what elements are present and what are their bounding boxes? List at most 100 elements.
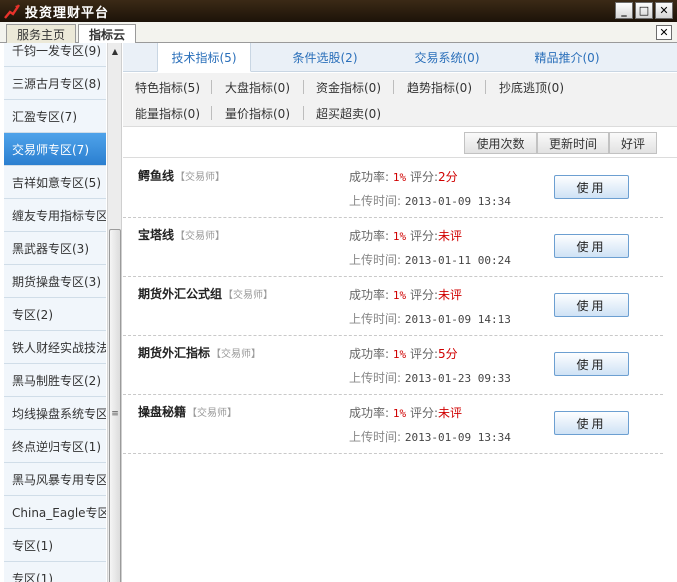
rating-value: 未评 <box>438 229 463 243</box>
indicator-name[interactable]: 操盘秘籍【交易师】 <box>138 403 237 420</box>
close-panel-button[interactable]: ✕ <box>656 25 672 40</box>
sidebar-item[interactable]: 期货操盘专区(3) <box>4 265 106 298</box>
use-button[interactable]: 使用 <box>554 293 629 317</box>
sidebar-item[interactable]: 黑马风暴专用专区 <box>4 463 106 496</box>
use-button[interactable]: 使用 <box>554 411 629 435</box>
filter-divider <box>485 80 486 94</box>
stats-line: 成功率: 1% 评分:2分 <box>349 170 458 184</box>
sidebar-item[interactable]: 黑武器专区(3) <box>4 232 106 265</box>
filter-divider <box>211 80 212 94</box>
list-item: 宝塔线【交易师】 成功率: 1% 评分:未评 上传时间: 2013-01-11 … <box>123 218 663 277</box>
upload-time-value: 2013-01-11 00:24 <box>404 254 511 267</box>
rating-value: 5分 <box>438 347 458 361</box>
sub-filter-bar: 特色指标(5) 大盘指标(0) 资金指标(0) 趋势指标(0) 抄底逃顶(0) … <box>123 73 677 127</box>
sidebar-item[interactable]: 均线操盘系统专区 <box>4 397 106 430</box>
upload-time-line: 上传时间: 2013-01-09 14:13 <box>349 312 511 326</box>
indicator-name[interactable]: 宝塔线【交易师】 <box>138 226 225 243</box>
filter-featured[interactable]: 特色指标(5) <box>135 77 200 97</box>
filter-divider <box>393 80 394 94</box>
sidebar-item[interactable]: 三源古月专区(8) <box>4 67 106 100</box>
sort-bar: 使用次数 更新时间 好评 <box>123 128 677 158</box>
tab-trading-systems[interactable]: 交易系统(0) <box>399 43 495 72</box>
sidebar-item[interactable]: 专区(2) <box>4 298 106 331</box>
sidebar-item[interactable]: 铁人财经实战技法 <box>4 331 106 364</box>
sidebar-item[interactable]: 汇盈专区(7) <box>4 100 106 133</box>
author-tag: 【交易师】 <box>211 349 262 360</box>
filter-market[interactable]: 大盘指标(0) <box>225 77 290 97</box>
main-panel: 技术指标(5) 条件选股(2) 交易系统(0) 精品推介(0) 特色指标(5) … <box>123 43 677 582</box>
filter-overbought-oversold[interactable]: 超买超卖(0) <box>316 103 381 123</box>
title-bar: 投资理财平台 _ □ ✕ <box>0 0 677 22</box>
stats-line: 成功率: 1% 评分:未评 <box>349 288 463 302</box>
filter-bottom-top[interactable]: 抄底逃顶(0) <box>499 77 564 97</box>
sidebar-item[interactable]: 专区(1) <box>4 529 106 562</box>
success-rate-value: 1% <box>392 230 407 243</box>
use-button[interactable]: 使用 <box>554 175 629 199</box>
filter-energy[interactable]: 能量指标(0) <box>135 103 200 123</box>
upload-time-line: 上传时间: 2013-01-23 09:33 <box>349 371 511 385</box>
upload-time-line: 上传时间: 2013-01-09 13:34 <box>349 430 511 444</box>
success-rate-value: 1% <box>392 171 407 184</box>
close-window-button[interactable]: ✕ <box>655 2 673 19</box>
success-rate-value: 1% <box>392 348 407 361</box>
grip-icon: ≡ <box>111 409 119 419</box>
sidebar-item[interactable]: 千钧一发专区(9) <box>4 43 106 67</box>
category-tabs: 技术指标(5) 条件选股(2) 交易系统(0) 精品推介(0) <box>123 43 677 72</box>
sort-update-time-button[interactable]: 更新时间 <box>537 132 609 154</box>
scroll-up-icon[interactable]: ▲ <box>108 43 121 59</box>
upload-time-value: 2013-01-23 09:33 <box>404 372 511 385</box>
upload-time-line: 上传时间: 2013-01-11 00:24 <box>349 253 511 267</box>
author-tag: 【交易师】 <box>187 408 238 419</box>
sidebar-item[interactable]: 专区(1) <box>4 562 106 582</box>
chart-logo-icon <box>3 2 21 20</box>
filter-trend[interactable]: 趋势指标(0) <box>407 77 472 97</box>
rating-value: 未评 <box>438 406 463 420</box>
indicator-name[interactable]: 鳄鱼线【交易师】 <box>138 167 225 184</box>
rating-value: 2分 <box>438 170 458 184</box>
success-rate-value: 1% <box>392 289 407 302</box>
sort-rating-button[interactable]: 好评 <box>609 132 657 154</box>
list-item: 期货外汇公式组【交易师】 成功率: 1% 评分:未评 上传时间: 2013-01… <box>123 277 663 336</box>
upload-time-value: 2013-01-09 14:13 <box>404 313 511 326</box>
author-tag: 【交易师】 <box>175 231 226 242</box>
tab-technical-indicators[interactable]: 技术指标(5) <box>157 43 251 72</box>
tab-indicator-cloud[interactable]: 指标云 <box>78 24 137 44</box>
sidebar-item[interactable]: 缠友专用指标专区 <box>4 199 106 232</box>
top-tab-strip: 服务主页 指标云 ✕ <box>0 22 677 44</box>
sidebar-item[interactable]: 吉祥如意专区(5) <box>4 166 106 199</box>
filter-divider <box>303 80 304 94</box>
sort-usage-count-button[interactable]: 使用次数 <box>464 132 537 154</box>
zone-list: 千钧一发专区(9) 三源古月专区(8) 汇盈专区(7) 交易师专区(7) 吉祥如… <box>4 43 106 582</box>
rating-value: 未评 <box>438 288 463 302</box>
upload-time-line: 上传时间: 2013-01-09 13:34 <box>349 194 511 208</box>
stats-line: 成功率: 1% 评分:未评 <box>349 406 463 420</box>
window-title: 投资理财平台 <box>25 5 110 21</box>
indicator-name[interactable]: 期货外汇指标【交易师】 <box>138 344 261 361</box>
sidebar-scrollbar[interactable]: ▲ ≡ <box>107 43 121 582</box>
sidebar-item[interactable]: 终点逆归专区(1) <box>4 430 106 463</box>
list-item: 期货外汇指标【交易师】 成功率: 1% 评分:5分 上传时间: 2013-01-… <box>123 336 663 395</box>
success-rate-value: 1% <box>392 407 407 420</box>
list-item: 鳄鱼线【交易师】 成功率: 1% 评分:2分 上传时间: 2013-01-09 … <box>123 159 663 218</box>
minimize-button[interactable]: _ <box>615 2 633 19</box>
upload-time-value: 2013-01-09 13:34 <box>404 431 511 444</box>
zone-sidebar: 千钧一发专区(9) 三源古月专区(8) 汇盈专区(7) 交易师专区(7) 吉祥如… <box>0 43 122 582</box>
filter-volume-price[interactable]: 量价指标(0) <box>225 103 290 123</box>
scrollbar-thumb[interactable]: ≡ <box>109 229 121 582</box>
filter-divider <box>211 106 212 120</box>
stats-line: 成功率: 1% 评分:未评 <box>349 229 463 243</box>
tab-featured-picks[interactable]: 精品推介(0) <box>519 43 615 72</box>
tab-service-home[interactable]: 服务主页 <box>6 24 77 43</box>
use-button[interactable]: 使用 <box>554 234 629 258</box>
indicator-name[interactable]: 期货外汇公式组【交易师】 <box>138 285 273 302</box>
filter-capital[interactable]: 资金指标(0) <box>316 77 381 97</box>
maximize-button[interactable]: □ <box>635 2 653 19</box>
list-item: 操盘秘籍【交易师】 成功率: 1% 评分:未评 上传时间: 2013-01-09… <box>123 395 663 454</box>
tab-stock-screening[interactable]: 条件选股(2) <box>273 43 377 72</box>
author-tag: 【交易师】 <box>175 172 226 183</box>
sidebar-item-selected[interactable]: 交易师专区(7) <box>4 133 106 166</box>
sidebar-item[interactable]: China_Eagle专区 <box>4 496 106 529</box>
use-button[interactable]: 使用 <box>554 352 629 376</box>
sidebar-item[interactable]: 黑马制胜专区(2) <box>4 364 106 397</box>
filter-divider <box>303 106 304 120</box>
